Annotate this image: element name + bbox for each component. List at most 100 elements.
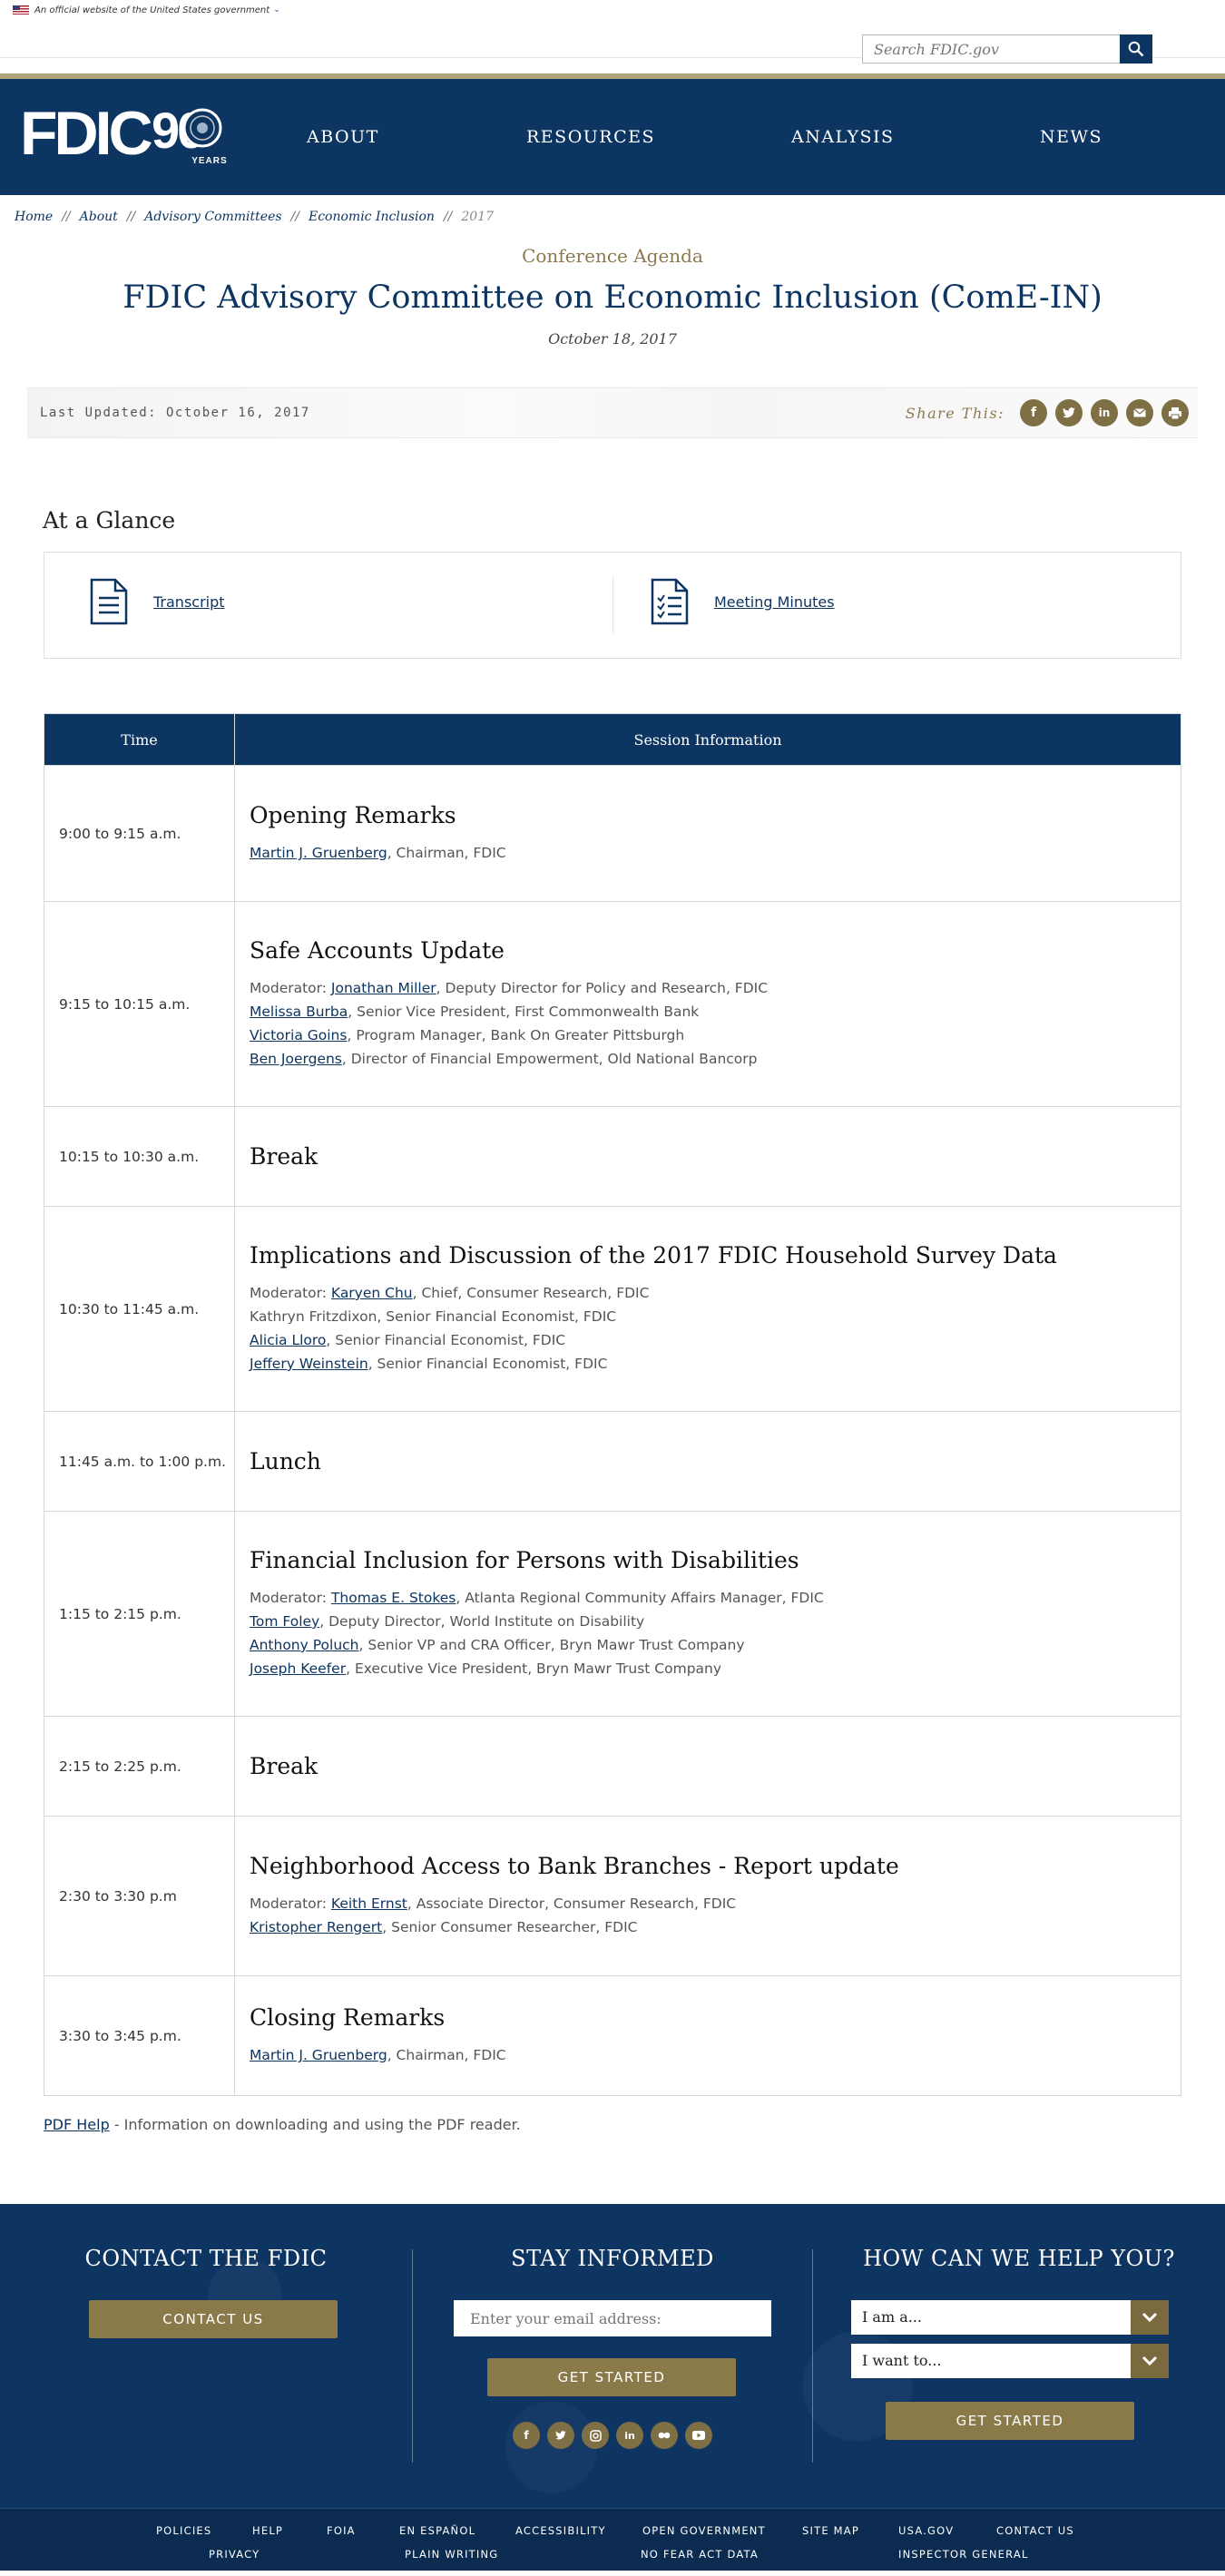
transcript-link[interactable]: Transcript — [153, 593, 225, 611]
site-footer: CONTACT THE FDIC CONTACT US STAY INFORME… — [0, 2204, 1225, 2508]
link-foia[interactable]: FOIA — [327, 2524, 356, 2537]
speaker-name[interactable]: Alicia Lloro — [250, 1332, 326, 1348]
speaker-name[interactable]: Ben Joergens — [250, 1051, 342, 1067]
speaker-name[interactable]: Jonathan Miller — [331, 980, 436, 996]
breadcrumb-advisory-committees[interactable]: Advisory Committees — [144, 210, 281, 224]
nav-resources[interactable]: RESOURCES — [526, 127, 655, 147]
logo-text: FDIC — [20, 99, 153, 168]
link-accessibility[interactable]: ACCESSIBILITY — [515, 2524, 606, 2537]
nav-about[interactable]: ABOUT — [307, 127, 379, 147]
speaker-name[interactable]: Martin J. Gruenberg — [250, 2047, 387, 2063]
nav-news[interactable]: NEWS — [1040, 127, 1102, 147]
breadcrumb-separator: // — [126, 210, 136, 224]
link-plain-writing[interactable]: PLAIN WRITING — [405, 2548, 498, 2561]
link-contact-us[interactable]: CONTACT US — [996, 2524, 1074, 2537]
instagram-icon[interactable] — [582, 2422, 609, 2449]
linkedin-icon[interactable]: in — [1091, 399, 1118, 426]
email-icon[interactable] — [1126, 399, 1153, 426]
speaker-name[interactable]: Jeffery Weinstein — [250, 1356, 368, 1372]
glance-divider — [612, 576, 613, 634]
agenda-row: 2:30 to 3:30 p.m Neighborhood Access to B… — [44, 1816, 1181, 1976]
breadcrumb: Home // About // Advisory Committees // Econom… — [0, 195, 1225, 231]
link-privacy[interactable]: PRIVACY — [209, 2548, 260, 2561]
speaker-name[interactable]: Thomas E. Stokes — [331, 1590, 456, 1606]
youtube-icon[interactable] — [685, 2422, 712, 2449]
flickr-icon[interactable] — [651, 2422, 678, 2449]
session-time: 9:00 to 9:15 a.m. — [44, 765, 235, 902]
link-help[interactable]: HELP — [252, 2524, 283, 2537]
speaker-role: , Senior Financial Economist, FDIC — [377, 1308, 617, 1325]
session-info: Financial Inclusion for Persons with Dis… — [234, 1511, 1181, 1717]
speaker-line: Moderator: Keith Ernst, Associate Direct… — [250, 1892, 1166, 1915]
link-inspector-general[interactable]: INSPECTOR GENERAL — [898, 2548, 1029, 2561]
linkedin-icon[interactable]: in — [616, 2422, 643, 2449]
i-am-a-select[interactable]: I am a... — [851, 2300, 1169, 2335]
chevron-down-icon — [1131, 2344, 1169, 2378]
meeting-minutes-link[interactable]: Meeting Minutes — [714, 593, 835, 611]
agenda-row: 9:15 to 10:15 a.m. Safe Accounts Update Mo… — [44, 901, 1181, 1107]
speaker-line: Victoria Goins, Program Manager, Bank On… — [250, 1024, 1166, 1047]
help-get-started-button[interactable]: GET STARTED — [886, 2402, 1134, 2440]
search-button[interactable] — [1120, 34, 1152, 64]
email-input[interactable] — [454, 2300, 771, 2336]
speaker-prefix: Moderator: — [250, 1285, 331, 1301]
speaker-role: , Senior Financial Economist, FDIC — [368, 1356, 608, 1372]
gov-banner-text: An official website of the United States… — [34, 5, 270, 15]
speaker-line: Martin J. Gruenberg, Chairman, FDIC — [250, 841, 1166, 865]
nav-analysis[interactable]: ANALYSIS — [791, 127, 895, 147]
speaker-role: , Chairman, FDIC — [387, 2047, 506, 2063]
help-title: HOW CAN WE HELP YOU? — [863, 2246, 1175, 2271]
speaker-role: , Chief, Consumer Research, FDIC — [412, 1285, 650, 1301]
i-want-to-select[interactable]: I want to... — [851, 2344, 1169, 2378]
breadcrumb-home[interactable]: Home — [15, 210, 53, 224]
breadcrumb-economic-inclusion[interactable]: Economic Inclusion — [309, 210, 435, 224]
session-title: Lunch — [250, 1448, 321, 1474]
document-icon — [90, 578, 128, 625]
event-date: October 18, 2017 — [548, 330, 677, 348]
link-open-government[interactable]: OPEN GOVERNMENT — [642, 2524, 766, 2537]
session-title: Break — [250, 1143, 318, 1170]
search-input[interactable] — [862, 34, 1120, 64]
agenda-row: 10:15 to 10:30 a.m. Break — [44, 1106, 1181, 1207]
page-eyebrow: Conference Agenda — [522, 245, 703, 267]
speaker-name[interactable]: Keith Ernst — [331, 1895, 407, 1912]
session-title: Closing Remarks — [250, 2004, 446, 2031]
checklist-icon — [651, 578, 689, 625]
speaker-name[interactable]: Joseph Keefer — [250, 1660, 346, 1677]
link-en-espanol[interactable]: EN ESPAÑOL — [399, 2524, 475, 2537]
speaker-name[interactable]: Tom Foley — [250, 1613, 319, 1630]
contact-us-button[interactable]: CONTACT US — [89, 2300, 338, 2338]
session-info: Implications and Discussion of the 2017 … — [234, 1206, 1181, 1412]
link-site-map[interactable]: SITE MAP — [802, 2524, 859, 2537]
twitter-icon[interactable] — [1055, 399, 1083, 426]
session-speakers: Moderator: Jonathan Miller, Deputy Direc… — [250, 976, 1166, 1071]
speaker-line: Melissa Burba, Senior Vice President, Fi… — [250, 1000, 1166, 1024]
session-info: Break — [234, 1716, 1181, 1817]
pdf-help-link[interactable]: PDF Help — [44, 2116, 110, 2133]
speaker-name[interactable]: Victoria Goins — [250, 1027, 347, 1043]
header-time: Time — [44, 713, 235, 766]
gov-banner[interactable]: An official website of the United States… — [0, 0, 1225, 20]
chevron-down-icon[interactable]: ⌄ — [273, 5, 280, 15]
fdic-logo[interactable]: FDIC 90 YEARS — [20, 99, 228, 168]
twitter-icon[interactable] — [547, 2422, 574, 2449]
link-policies[interactable]: POLICIES — [156, 2524, 211, 2537]
link-no-fear-act[interactable]: NO FEAR ACT DATA — [641, 2548, 759, 2561]
last-updated: Last Updated: October 16, 2017 — [40, 406, 310, 420]
speaker-name[interactable]: Karyen Chu — [331, 1285, 413, 1301]
agenda-body: 9:00 to 9:15 a.m. Opening Remarks Martin J… — [44, 765, 1181, 2096]
session-info: Closing Remarks Martin J. Gruenberg, Chai… — [234, 1975, 1181, 2096]
update-share-bar: Last Updated: October 16, 2017 Share Thi… — [27, 387, 1198, 438]
print-icon[interactable] — [1161, 399, 1189, 426]
speaker-name[interactable]: Kristopher Rengert — [250, 1919, 382, 1935]
speaker-line: Tom Foley, Deputy Director, World Instit… — [250, 1610, 1166, 1633]
facebook-icon[interactable]: f — [1020, 399, 1047, 426]
i-want-to-value: I want to... — [862, 2352, 942, 2369]
link-usa-gov[interactable]: USA.GOV — [898, 2524, 954, 2537]
speaker-name[interactable]: Martin J. Gruenberg — [250, 845, 387, 861]
breadcrumb-about[interactable]: About — [80, 210, 118, 224]
speaker-name[interactable]: Anthony Poluch — [250, 1637, 359, 1653]
stay-get-started-button[interactable]: GET STARTED — [487, 2358, 736, 2396]
speaker-name[interactable]: Melissa Burba — [250, 1004, 348, 1020]
facebook-icon[interactable]: f — [513, 2422, 540, 2449]
